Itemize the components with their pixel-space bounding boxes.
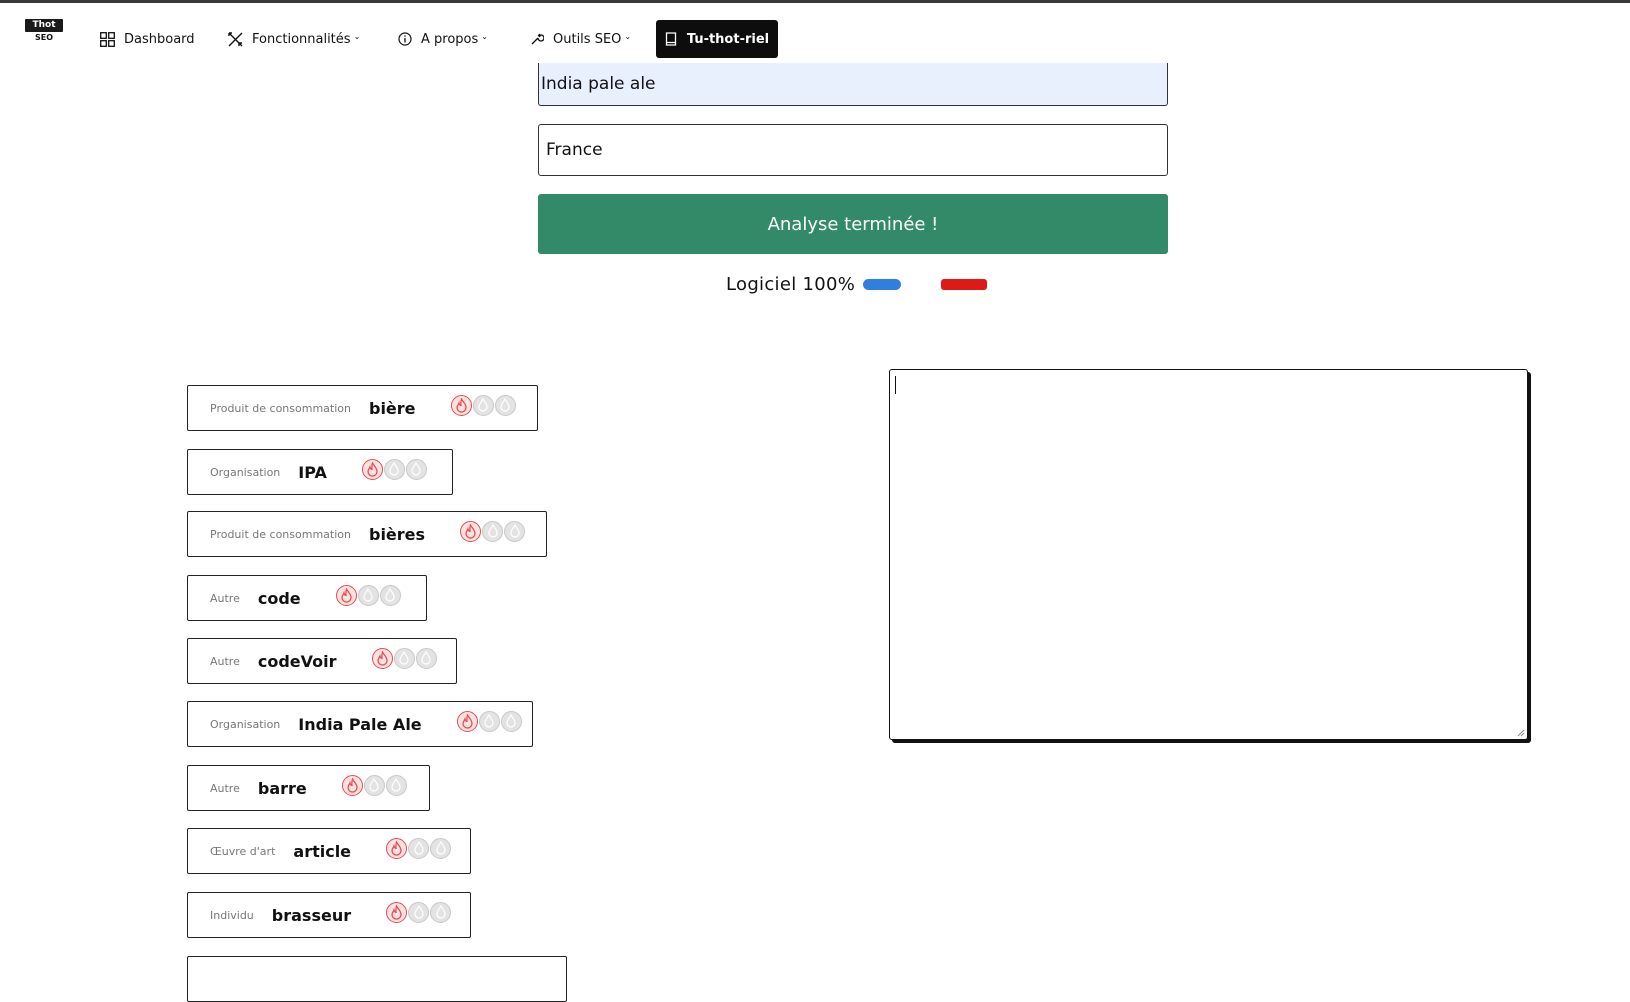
- logo-text-bottom: SEO: [34, 33, 54, 42]
- entity-name: India Pale Ale: [298, 714, 422, 734]
- entity-rating: [335, 584, 402, 606]
- entity-type: Autre: [210, 781, 240, 795]
- entity-type: Organisation: [210, 717, 281, 731]
- entity-name: article: [293, 841, 352, 861]
- entity-card-partial[interactable]: [187, 956, 567, 1002]
- entity-name: IPA: [298, 462, 327, 482]
- nav-about[interactable]: A propos ⌄: [398, 21, 488, 57]
- flame-icon-inactive: [500, 710, 522, 732]
- flame-icon-active: [341, 774, 363, 796]
- crossed-swords-icon: [228, 31, 243, 46]
- progress-label: Logiciel 100%: [726, 273, 856, 295]
- wrench-icon: [531, 33, 544, 45]
- entity-rating: [361, 458, 428, 480]
- flame-icon-inactive: [385, 774, 407, 796]
- flame-icon-inactive: [383, 458, 405, 480]
- flame-icon-inactive: [430, 837, 452, 859]
- nav-about-label: A propos: [421, 31, 479, 47]
- flame-icon-inactive: [405, 458, 427, 480]
- flame-icon-active: [386, 901, 408, 923]
- progress-row: Logiciel 100%: [726, 272, 988, 296]
- entity-type: Organisation: [210, 465, 281, 479]
- flame-icon-inactive: [393, 647, 415, 669]
- entity-card[interactable]: Individu brasseur: [187, 892, 471, 938]
- flame-icon-inactive: [478, 710, 500, 732]
- nav-seo-tools-label: Outils SEO: [553, 31, 622, 47]
- analyse-button[interactable]: Analyse terminée !: [538, 194, 1168, 254]
- entity-rating: [456, 710, 523, 732]
- entity-name: brasseur: [271, 905, 352, 925]
- nav-dashboard[interactable]: Dashboard: [100, 21, 195, 57]
- entity-name: bières: [368, 524, 426, 544]
- flame-icon-active: [361, 458, 383, 480]
- entity-type: Œuvre d'art: [210, 844, 276, 858]
- entity-rating: [371, 647, 438, 669]
- flame-icon-inactive: [504, 520, 526, 542]
- text-cursor: [895, 376, 896, 394]
- flame-icon-inactive: [357, 584, 379, 606]
- country-input[interactable]: France: [538, 124, 1168, 176]
- chevron-down-icon: ⌄: [481, 31, 488, 41]
- tutorial-button[interactable]: Tu-thot-riel: [656, 20, 778, 58]
- entity-name: barre: [257, 778, 307, 798]
- entity-card[interactable]: Autre code: [187, 575, 427, 621]
- entity-type: Produit de consommation: [210, 401, 351, 415]
- flame-icon-inactive: [408, 837, 430, 859]
- entity-rating: [386, 837, 452, 859]
- entity-card[interactable]: Œuvre d'art article: [187, 828, 471, 874]
- entity-type: Produit de consommation: [210, 527, 351, 541]
- top-navbar: Thot SEO Dashboard Fonctionnalités ⌄ A p…: [0, 3, 1630, 69]
- entity-type: Autre: [210, 591, 240, 605]
- entity-name: bière: [368, 398, 416, 418]
- grid-icon: [100, 31, 115, 47]
- nav-seo-tools[interactable]: Outils SEO ⌄: [530, 21, 631, 57]
- flame-icon-inactive: [415, 647, 437, 669]
- entity-rating: [460, 520, 526, 542]
- book-icon: [665, 32, 677, 46]
- info-icon: [398, 32, 412, 46]
- entity-name: code: [257, 588, 301, 608]
- chevron-down-icon: ⌄: [353, 31, 361, 41]
- entity-rating: [386, 901, 452, 923]
- flame-icon-active: [456, 710, 478, 732]
- nav-features[interactable]: Fonctionnalités ⌄: [228, 21, 360, 57]
- flame-icon-active: [460, 520, 482, 542]
- nav-dashboard-label: Dashboard: [124, 31, 195, 47]
- flame-icon-inactive: [472, 394, 494, 416]
- entity-card[interactable]: Autre codeVoir: [187, 638, 457, 684]
- flame-icon-inactive: [363, 774, 385, 796]
- entity-name: codeVoir: [257, 651, 337, 671]
- entity-rating: [450, 394, 517, 416]
- progress-bar-blue: [863, 278, 902, 290]
- entity-card[interactable]: Produit de consommation bière: [187, 385, 538, 431]
- resize-handle-icon[interactable]: [1517, 729, 1525, 737]
- flame-icon-inactive: [379, 584, 401, 606]
- flame-icon-inactive: [482, 520, 504, 542]
- content-editor[interactable]: [889, 369, 1528, 740]
- entity-card[interactable]: Autre barre: [187, 765, 430, 811]
- logo-text-top: Thot: [25, 19, 63, 32]
- keyword-input[interactable]: India pale ale: [538, 63, 1168, 106]
- entity-type: Individu: [210, 908, 254, 922]
- entity-card[interactable]: Organisation India Pale Ale: [187, 701, 533, 747]
- thot-seo-logo[interactable]: Thot SEO: [25, 19, 63, 47]
- progress-bar-red: [941, 278, 988, 290]
- flame-icon-inactive: [494, 394, 516, 416]
- flame-icon-active: [450, 394, 472, 416]
- flame-icon-inactive: [430, 901, 452, 923]
- flame-icon-active: [371, 647, 393, 669]
- tutorial-label: Tu-thot-riel: [686, 31, 770, 47]
- flame-icon-active: [335, 584, 357, 606]
- flame-icon-active: [386, 837, 408, 859]
- entity-type: Autre: [210, 654, 240, 668]
- nav-features-label: Fonctionnalités: [252, 31, 351, 47]
- entity-card[interactable]: Produit de consommation bières: [187, 511, 547, 557]
- entity-card[interactable]: Organisation IPA: [187, 449, 453, 495]
- chevron-down-icon: ⌄: [624, 31, 632, 41]
- entity-rating: [341, 774, 408, 796]
- flame-icon-inactive: [408, 901, 430, 923]
